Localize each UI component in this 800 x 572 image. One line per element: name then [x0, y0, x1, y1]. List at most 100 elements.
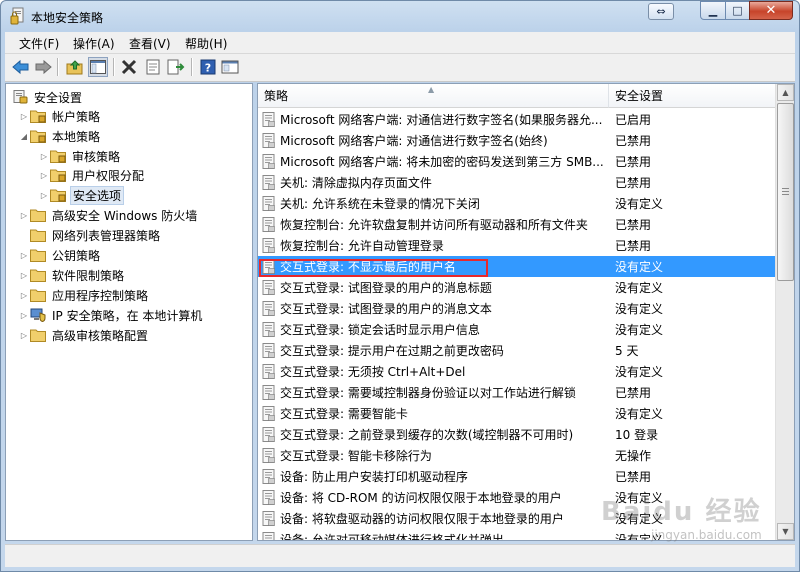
table-row[interactable]: 恢复控制台: 允许自动管理登录 已禁用 — [258, 235, 775, 256]
scroll-up-icon: ▲ — [782, 88, 789, 97]
tree-label: 安全设置 — [34, 90, 83, 105]
tree-item-firewall[interactable]: ▷ 高级安全 Windows 防火墙 — [18, 206, 199, 224]
properties-button[interactable] — [143, 57, 163, 77]
menu-view[interactable]: 查看(V) — [129, 35, 171, 52]
tree-item-network-list[interactable]: 网络列表管理器策略 — [18, 226, 162, 244]
minimize-button[interactable]: ▁ — [700, 1, 726, 20]
up-folder-icon — [66, 60, 83, 75]
table-row[interactable]: 交互式登录: 需要域控制器身份验证以对工作站进行解锁 已禁用 — [258, 382, 775, 403]
collapse-arrow-icon[interactable]: ◢ — [18, 132, 30, 141]
tree-item-software-restriction[interactable]: ▷ 软件限制策略 — [18, 266, 126, 284]
close-button[interactable]: ✕ — [749, 1, 793, 20]
back-icon — [12, 59, 29, 75]
expand-arrow-icon[interactable]: ▷ — [38, 191, 50, 200]
folder-icon — [30, 329, 46, 342]
scroll-up-button[interactable]: ▲ — [777, 84, 794, 101]
vertical-scrollbar[interactable]: ▲ ▼ — [775, 84, 794, 540]
setting-cell: 已启用 — [615, 113, 652, 127]
policy-cell: 交互式登录: 需要域控制器身份验证以对工作站进行解锁 — [262, 384, 607, 401]
folder-lock-icon — [50, 150, 66, 163]
console-button[interactable] — [220, 57, 240, 77]
policy-name: 交互式登录: 提示用户在过期之前更改密码 — [280, 344, 504, 358]
delete-button[interactable] — [119, 57, 139, 77]
tree-label: 软件限制策略 — [52, 268, 125, 283]
sort-ascending-icon: ▲ — [428, 85, 435, 94]
table-row[interactable]: 交互式登录: 提示用户在过期之前更改密码 5 天 — [258, 340, 775, 361]
setting-cell: 5 天 — [615, 344, 639, 358]
expand-arrow-icon[interactable]: ▷ — [18, 271, 30, 280]
tree-item-user-rights[interactable]: ▷ 用户权限分配 — [38, 166, 146, 184]
table-row[interactable]: 交互式登录: 不显示最后的用户名 没有定义 — [258, 256, 775, 277]
policy-icon — [262, 259, 275, 274]
back-button[interactable] — [11, 57, 31, 77]
tree-item-ip-security[interactable]: ▷ IP 安全策略，在 本地计算机 — [18, 306, 204, 324]
policy-name: 交互式登录: 之前登录到缓存的次数(域控制器不可用时) — [280, 428, 574, 442]
table-row[interactable]: 关机: 允许系统在未登录的情况下关闭 没有定义 — [258, 193, 775, 214]
column-header-policy[interactable]: ▲ 策略 — [258, 84, 609, 108]
table-row[interactable]: 交互式登录: 智能卡移除行为 无操作 — [258, 445, 775, 466]
tree-item-advanced-audit[interactable]: ▷ 高级审核策略配置 — [18, 326, 150, 344]
policy-cell: 恢复控制台: 允许软盘复制并访问所有驱动器和所有文件夹 — [262, 216, 607, 233]
tree-item-local-policy[interactable]: ◢ 本地策略 — [18, 127, 102, 145]
folder-icon — [30, 229, 46, 242]
help-button[interactable]: ? — [198, 57, 218, 77]
expand-arrow-icon[interactable]: ▷ — [18, 211, 30, 220]
policy-name: 设备: 防止用户安装打印机驱动程序 — [280, 470, 468, 484]
tree-item-account-policy[interactable]: ▷ 帐户策略 — [18, 107, 102, 125]
table-row[interactable]: 交互式登录: 试图登录的用户的消息文本 没有定义 — [258, 298, 775, 319]
show-hide-tree-button[interactable] — [88, 57, 108, 77]
table-row[interactable]: 交互式登录: 锁定会话时显示用户信息 没有定义 — [258, 319, 775, 340]
table-row[interactable]: 交互式登录: 无须按 Ctrl+Alt+Del 没有定义 — [258, 361, 775, 382]
policy-name: 交互式登录: 需要域控制器身份验证以对工作站进行解锁 — [280, 386, 576, 400]
table-row[interactable]: 交互式登录: 需要智能卡 没有定义 — [258, 403, 775, 424]
svg-text:?: ? — [205, 62, 211, 75]
table-row[interactable]: 交互式登录: 之前登录到缓存的次数(域控制器不可用时) 10 登录 — [258, 424, 775, 445]
scroll-down-button[interactable]: ▼ — [777, 523, 794, 540]
expand-arrow-icon[interactable]: ▷ — [18, 251, 30, 260]
table-row[interactable]: 关机: 清除虚拟内存页面文件 已禁用 — [258, 172, 775, 193]
forward-button[interactable] — [33, 57, 53, 77]
menu-action[interactable]: 操作(A) — [73, 35, 115, 52]
maximize-button[interactable]: □ — [725, 1, 750, 20]
tree-item-security-settings[interactable]: 安全设置 — [12, 88, 84, 106]
menu-help[interactable]: 帮助(H) — [185, 35, 227, 52]
policy-icon — [262, 343, 275, 358]
policy-name: 交互式登录: 需要智能卡 — [280, 407, 408, 421]
tree-item-public-key[interactable]: ▷ 公钥策略 — [18, 246, 102, 264]
table-row[interactable]: 设备: 防止用户安装打印机驱动程序 已禁用 — [258, 466, 775, 487]
expand-arrow-icon[interactable]: ▷ — [38, 152, 50, 161]
expand-arrow-icon[interactable]: ▷ — [18, 112, 30, 121]
expand-arrow-icon[interactable]: ▷ — [18, 331, 30, 340]
expand-arrow-icon[interactable]: ▷ — [18, 311, 30, 320]
policy-cell: 设备: 允许对可移动媒体进行格式化并弹出 — [262, 531, 607, 540]
forward-icon — [35, 59, 52, 75]
up-one-level-button[interactable] — [65, 57, 85, 77]
setting-cell: 无操作 — [615, 449, 652, 463]
setting-cell: 已禁用 — [615, 470, 652, 484]
scroll-thumb[interactable] — [777, 103, 794, 281]
expand-arrow-icon[interactable]: ▷ — [38, 171, 50, 180]
policy-icon — [262, 406, 275, 421]
tree-item-security-options[interactable]: ▷ 安全选项 — [38, 185, 125, 205]
ip-security-icon — [30, 308, 46, 322]
setting-cell: 没有定义 — [615, 302, 664, 316]
export-list-button[interactable] — [166, 57, 186, 77]
table-row[interactable]: 恢复控制台: 允许软盘复制并访问所有驱动器和所有文件夹 已禁用 — [258, 214, 775, 235]
menu-file[interactable]: 文件(F) — [19, 35, 59, 52]
policy-icon — [262, 364, 275, 379]
tree-item-app-control[interactable]: ▷ 应用程序控制策略 — [18, 286, 150, 304]
title-bar[interactable]: 本地安全策略 ⇔ ▁ □ ✕ — [1, 1, 799, 31]
table-row[interactable]: Microsoft 网络客户端: 对通信进行数字签名(始终) 已禁用 — [258, 130, 775, 151]
column-header-setting[interactable]: 安全设置 — [609, 84, 775, 108]
tree-item-audit-policy[interactable]: ▷ 审核策略 — [38, 147, 122, 165]
table-row[interactable]: 交互式登录: 试图登录的用户的消息标题 没有定义 — [258, 277, 775, 298]
table-row[interactable]: Microsoft 网络客户端: 将未加密的密码发送到第三方 SMB... 已禁用 — [258, 151, 775, 172]
policy-cell: 交互式登录: 提示用户在过期之前更改密码 — [262, 342, 607, 359]
table-row[interactable]: Microsoft 网络客户端: 对通信进行数字签名(如果服务器允... 已启用 — [258, 109, 775, 130]
policy-name: 交互式登录: 无须按 Ctrl+Alt+Del — [280, 365, 466, 379]
tree-label: IP 安全策略，在 本地计算机 — [52, 308, 203, 323]
folder-lock-icon — [50, 189, 66, 202]
expand-arrow-icon[interactable]: ▷ — [18, 291, 30, 300]
tree-label: 帐户策略 — [52, 109, 101, 124]
swap-button[interactable]: ⇔ — [648, 3, 674, 20]
